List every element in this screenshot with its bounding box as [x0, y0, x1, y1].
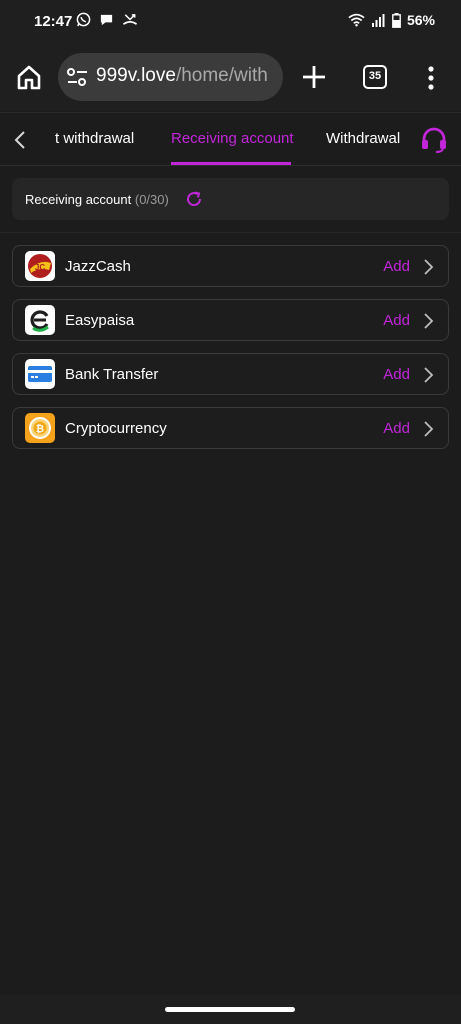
method-row-jazzcash[interactable]: JC JazzCash Add [12, 245, 449, 287]
status-right: 56% [348, 12, 435, 28]
svg-text:JC: JC [35, 263, 45, 272]
method-name: Easypaisa [65, 312, 135, 329]
address-bar[interactable]: 999v.love/home/with [58, 53, 283, 101]
section-divider [0, 232, 461, 233]
home-button[interactable] [14, 62, 44, 92]
tab-withdrawal[interactable]: t withdrawal [55, 130, 134, 147]
battery-percent: 56% [406, 12, 435, 28]
wifi-icon [348, 13, 365, 27]
receiving-account-header: Receiving account (0/30) [12, 178, 449, 220]
tab-withdrawal-history[interactable]: Withdrawal history [326, 130, 406, 147]
page-tabs: t withdrawal Receiving account Withdrawa… [0, 112, 461, 166]
crypto-coin-icon: ₿ [25, 413, 55, 443]
home-gesture-handle[interactable] [165, 1007, 295, 1012]
home-icon [17, 65, 41, 90]
chevron-right-icon [424, 367, 434, 383]
tab-receiving-account[interactable]: Receiving account [171, 130, 294, 147]
chat-bubble-icon [100, 14, 113, 26]
navigation-gesture-bar [0, 995, 461, 1024]
headset-support-icon[interactable] [420, 127, 448, 153]
chevron-right-icon [424, 259, 434, 275]
notification-icons [76, 12, 138, 27]
method-row-easypaisa[interactable]: Easypaisa Add [12, 299, 449, 341]
status-time: 12:47 [34, 13, 73, 30]
url-path: /home/with [175, 65, 268, 86]
refresh-icon[interactable] [185, 190, 203, 208]
missed-call-icon [122, 14, 138, 25]
whatsapp-icon [76, 12, 91, 27]
easypaisa-icon [25, 305, 55, 335]
battery-icon [392, 12, 401, 28]
status-bar: 12:47 56% [0, 0, 461, 44]
method-name: JazzCash [65, 258, 131, 275]
site-settings-icon[interactable] [66, 67, 90, 87]
receiving-account-label: Receiving account (0/30) [25, 192, 169, 207]
account-label-text: Receiving account [25, 192, 132, 207]
active-tab-indicator [171, 162, 291, 165]
method-name: Cryptocurrency [65, 420, 167, 437]
new-tab-plus-icon[interactable] [300, 63, 328, 91]
browser-toolbar: 999v.love/home/with 35 [0, 44, 461, 111]
chevron-right-icon [424, 421, 434, 437]
tab-switcher-button[interactable]: 35 [363, 65, 387, 89]
bank-card-icon [25, 359, 55, 389]
signal-icon [371, 14, 385, 27]
back-chevron-icon[interactable] [12, 129, 28, 151]
add-button[interactable]: Add [383, 312, 410, 329]
jazzcash-icon: JC [25, 251, 55, 281]
svg-text:₿: ₿ [36, 423, 44, 435]
add-button[interactable]: Add [383, 258, 410, 275]
add-button[interactable]: Add [383, 366, 410, 383]
method-row-bank-transfer[interactable]: Bank Transfer Add [12, 353, 449, 395]
url-text[interactable]: 999v.love/home/with [96, 65, 268, 87]
add-button[interactable]: Add [383, 420, 410, 437]
method-name: Bank Transfer [65, 366, 159, 383]
chevron-right-icon [424, 313, 434, 329]
url-host: 999v.love [96, 65, 176, 86]
account-count: (0/30) [134, 192, 169, 207]
more-options-icon[interactable] [427, 66, 435, 90]
method-row-cryptocurrency[interactable]: ₿ Cryptocurrency Add [12, 407, 449, 449]
